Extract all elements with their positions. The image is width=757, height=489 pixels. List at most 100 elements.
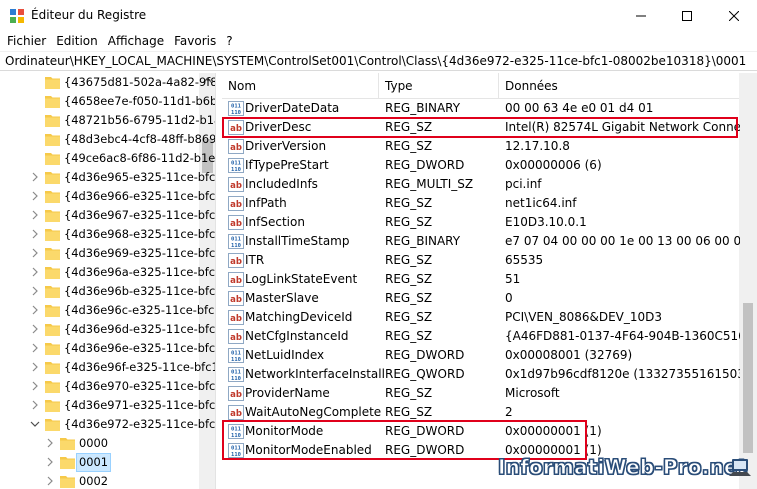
svg-text:110: 110 [231, 357, 241, 363]
tree-item[interactable]: {4d36e96b-e325-11ce-bfc1 [0, 282, 215, 301]
chevron-right-icon[interactable] [45, 457, 55, 467]
tree-item[interactable]: {4d36e96e-e325-11ce-bfc1 [0, 339, 215, 358]
column-header-type[interactable]: Type [379, 73, 499, 99]
chevron-right-icon[interactable] [30, 362, 40, 372]
tree-item[interactable]: {4d36e971-e325-11ce-bfc1 [0, 396, 215, 415]
close-button[interactable] [711, 0, 757, 31]
cell-data: 2 [505, 405, 513, 419]
table-row[interactable]: ab IncludedInfs REG_MULTI_SZ pci.inf [222, 175, 740, 194]
cell-type: REG_MULTI_SZ [385, 177, 474, 191]
chevron-right-icon[interactable] [30, 305, 40, 315]
chevron-right-icon[interactable] [30, 400, 40, 410]
folder-icon [45, 265, 60, 279]
table-row[interactable]: 011 110 DriverDateData REG_BINARY 00 00 63 4… [222, 99, 740, 118]
tree-item[interactable]: {4d36e966-e325-11ce-bfc1 [0, 187, 215, 206]
chevron-right-icon[interactable] [30, 267, 40, 277]
svg-text:ab: ab [230, 200, 242, 210]
table-row[interactable]: ab LogLinkStateEvent REG_SZ 51 [222, 270, 740, 289]
chevron-right-icon[interactable] [30, 248, 40, 258]
tree-item[interactable]: {4658ee7e-f050-11d1-b6bd [0, 92, 215, 111]
menu-fichier[interactable]: Fichier [2, 31, 51, 51]
chevron-right-icon[interactable] [45, 476, 55, 486]
string-value-icon: ab [228, 253, 244, 268]
svg-text:011: 011 [231, 427, 242, 433]
table-row[interactable]: ab WaitAutoNegComplete REG_SZ 2 [222, 403, 740, 422]
folder-icon [45, 208, 60, 222]
table-row[interactable]: 011 110 IfTypePreStart REG_DWORD 0x00000006 … [222, 156, 740, 175]
tree-item[interactable]: {4d36e965-e325-11ce-bfc1 [0, 168, 215, 187]
table-row[interactable]: ab ITR REG_SZ 65535 [222, 251, 740, 270]
list-scrollbar-thumb[interactable] [743, 303, 753, 453]
tree-item[interactable]: {4d36e96d-e325-11ce-bfc1 [0, 320, 215, 339]
column-header-data[interactable]: Données [499, 73, 739, 99]
svg-text:011: 011 [231, 104, 242, 110]
tree-item[interactable]: {4d36e96a-e325-11ce-bfc1 [0, 263, 215, 282]
chevron-right-icon[interactable] [30, 381, 40, 391]
tree-item[interactable]: {49ce6ac8-6f86-11d2-b1e5 [0, 149, 215, 168]
tree-item[interactable]: {48721b56-6795-11d2-b1a8 [0, 111, 215, 130]
cell-data: 51 [505, 272, 521, 286]
maximize-button[interactable] [664, 0, 710, 31]
tree-pane[interactable]: {43675d81-502a-4a82-9f84 {4658ee7e-f050-1… [0, 73, 216, 489]
minimize-button[interactable] [618, 0, 664, 31]
cell-name: LogLinkStateEvent [245, 272, 358, 286]
chevron-right-icon[interactable] [30, 172, 40, 182]
tree-item[interactable]: {4d36e96f-e325-11ce-bfc1 [0, 358, 215, 377]
table-row[interactable]: 011 110 InstallTimeStamp REG_BINARY e7 07 04… [222, 232, 740, 251]
tree-item[interactable]: {4d36e968-e325-11ce-bfc1 [0, 225, 215, 244]
tree-item[interactable]: {4d36e967-e325-11ce-bfc1 [0, 206, 215, 225]
cell-type: REG_SZ [385, 215, 433, 229]
maximize-icon [682, 10, 692, 21]
cell-name: MatchingDeviceId [245, 310, 353, 324]
tree-item[interactable]: {4d36e970-e325-11ce-bfc1 [0, 377, 215, 396]
menu-edition[interactable]: Edition [51, 31, 103, 51]
table-row[interactable]: ab MasterSlave REG_SZ 0 [222, 289, 740, 308]
binary-value-icon: 011 110 [228, 158, 244, 173]
table-row[interactable]: ab NetCfgInstanceId REG_SZ {A46FD881-0137-4… [222, 327, 740, 346]
tree-item[interactable]: {4d36e96c-e325-11ce-bfc1 [0, 301, 215, 320]
menu-affichage[interactable]: Affichage [103, 31, 169, 51]
tree-item-label: {43675d81-502a-4a82-9f84 [64, 75, 216, 89]
chevron-right-icon[interactable] [30, 229, 40, 239]
table-row[interactable]: ab InfPath REG_SZ net1ic64.inf [222, 194, 740, 213]
table-row[interactable]: ab DriverVersion REG_SZ 12.17.10.8 [222, 137, 740, 156]
chevron-right-icon[interactable] [30, 343, 40, 353]
address-bar[interactable]: Ordinateur\HKEY_LOCAL_MACHINE\SYSTEM\Con… [0, 51, 757, 71]
chevron-right-icon[interactable] [30, 210, 40, 220]
string-value-icon: ab [228, 177, 244, 192]
tree-item[interactable]: {48d3ebc4-4cf8-48ff-b869 [0, 130, 215, 149]
column-header-name[interactable]: Nom [222, 73, 379, 99]
tree-item[interactable]: 0000 [0, 434, 200, 453]
table-row[interactable]: ab ProviderName REG_SZ Microsoft [222, 384, 740, 403]
chevron-right-icon[interactable] [30, 286, 40, 296]
tree-item[interactable]: {43675d81-502a-4a82-9f84 [0, 73, 215, 92]
cell-name: IncludedInfs [245, 177, 318, 191]
chevron-right-icon[interactable] [30, 324, 40, 334]
table-row[interactable]: 011 110 MonitorMode REG_DWORD 0x00000001 (1) [222, 422, 740, 441]
tree-item[interactable]: {4d36e972-e325-11ce-bfc1 [0, 415, 215, 434]
tree-item-label: {4d36e96e-e325-11ce-bfc1 [64, 341, 216, 355]
list-scrollbar[interactable] [739, 73, 757, 489]
folder-icon [45, 151, 60, 165]
tree-item-label: {4d36e96c-e325-11ce-bfc1 [64, 303, 216, 317]
table-row[interactable]: ab InfSection REG_SZ E10D3.10.0.1 [222, 213, 740, 232]
table-row[interactable]: 011 110 NetworkInterfaceInstall... REG_QWOR… [222, 365, 740, 384]
tree-item[interactable]: 0002 [0, 472, 200, 489]
table-row[interactable]: ab MatchingDeviceId REG_SZ PCI\VEN_8086&DEV… [222, 308, 740, 327]
folder-icon [45, 341, 60, 355]
table-row[interactable]: ab DriverDesc REG_SZ Intel(R) 82574L Gigabi… [222, 118, 740, 137]
cell-data: net1ic64.inf [505, 196, 577, 210]
cell-type: REG_SZ [385, 139, 433, 153]
svg-text:110: 110 [231, 376, 241, 382]
tree-item[interactable]: 0001 [0, 453, 200, 472]
menu-help[interactable]: ? [221, 31, 237, 51]
table-row[interactable]: 011 110 NetLuidIndex REG_DWORD 0x00008001 (3… [222, 346, 740, 365]
svg-text:011: 011 [231, 446, 242, 452]
chevron-right-icon[interactable] [30, 191, 40, 201]
string-value-icon: ab [228, 139, 244, 154]
tree-item[interactable]: {4d36e969-e325-11ce-bfc1 [0, 244, 215, 263]
cell-name: NetLuidIndex [245, 348, 325, 362]
menu-favoris[interactable]: Favoris [169, 31, 221, 51]
chevron-right-icon[interactable] [45, 438, 55, 448]
chevron-down-icon[interactable] [30, 419, 40, 429]
